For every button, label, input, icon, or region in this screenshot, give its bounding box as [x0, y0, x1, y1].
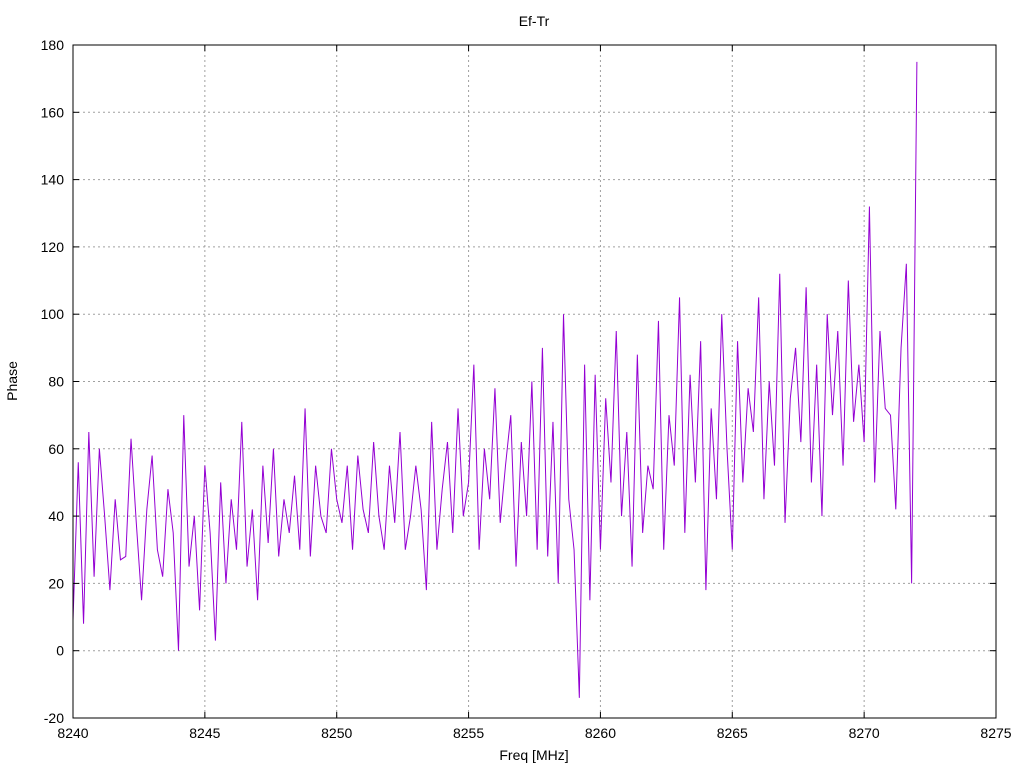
y-tick-label: 0	[56, 643, 64, 659]
y-tick-label: 20	[48, 575, 64, 591]
y-tick-label: 160	[41, 104, 65, 120]
y-tick-label: 40	[48, 508, 64, 524]
x-tick-label: 8240	[57, 725, 88, 741]
chart-title: Ef-Tr	[519, 13, 550, 29]
chart-root: 8240 8245 8250 8255 8260 8265 8270 8275 -20 0 20 40…	[0, 0, 1024, 768]
x-axis-label: Freq [MHz]	[499, 747, 568, 763]
x-tick-label: 8245	[189, 725, 220, 741]
x-tick-label: 8250	[321, 725, 352, 741]
x-tick-label: 8265	[717, 725, 748, 741]
y-tick-label: 80	[48, 374, 64, 390]
chart-background	[0, 0, 1024, 768]
x-tick-label: 8275	[980, 725, 1011, 741]
y-tick-label: 180	[41, 37, 65, 53]
x-tick-label: 8260	[585, 725, 616, 741]
chart-svg: 8240 8245 8250 8255 8260 8265 8270 8275 -20 0 20 40…	[0, 0, 1024, 768]
y-tick-label: 120	[41, 239, 65, 255]
x-tick-label: 8255	[453, 725, 484, 741]
y-tick-label: -20	[44, 710, 64, 726]
y-tick-label: 140	[41, 172, 65, 188]
y-tick-label: 60	[48, 441, 64, 457]
y-axis-label: Phase	[4, 361, 20, 401]
y-tick-label: 100	[41, 306, 65, 322]
x-tick-label: 8270	[849, 725, 880, 741]
